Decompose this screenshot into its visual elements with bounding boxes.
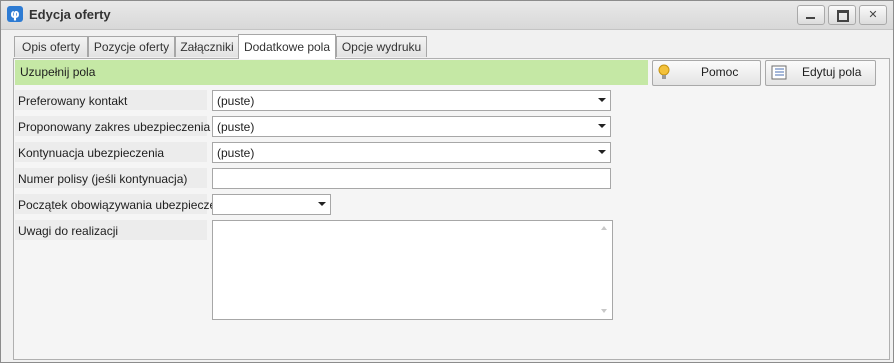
close-icon: ✕ <box>868 8 878 21</box>
notes-label: Uwagi do realizacji <box>15 220 207 240</box>
title-bar[interactable]: φ Edycja oferty ✕ <box>1 1 893 30</box>
insurance-continuation-value: (puste) <box>217 146 255 160</box>
tab-opcje-wydruku[interactable]: Opcje wydruku <box>336 36 427 57</box>
preferred-contact-label: Preferowany kontakt <box>15 90 207 110</box>
help-button-label: Pomoc <box>701 65 739 79</box>
chevron-down-icon[interactable] <box>318 202 326 206</box>
edit-fields-button[interactable]: Edytuj pola <box>765 60 876 86</box>
maximize-button[interactable] <box>828 5 856 25</box>
insurance-scope-label: Proponowany zakres ubezpieczenia <box>15 116 210 136</box>
tab-pozycje-oferty[interactable]: Pozycje oferty <box>88 36 175 57</box>
minimize-icon <box>806 17 815 19</box>
insurance-scope-value: (puste) <box>217 120 255 134</box>
policy-number-label: Numer polisy (jeśli kontynuacja) <box>15 168 207 188</box>
policy-number-input[interactable] <box>212 168 611 189</box>
banner-text: Uzupełnij pola <box>20 65 96 79</box>
scroll-up-icon[interactable] <box>601 226 607 230</box>
lightbulb-icon <box>658 64 670 79</box>
insurance-scope-select[interactable]: (puste) <box>212 116 611 137</box>
help-button[interactable]: Pomoc <box>652 60 761 86</box>
chevron-down-icon[interactable] <box>598 150 606 154</box>
edit-list-icon <box>771 65 787 80</box>
preferred-contact-value: (puste) <box>217 94 255 108</box>
tab-dodatkowe-pola[interactable]: Dodatkowe pola <box>238 34 336 59</box>
chevron-down-icon[interactable] <box>598 98 606 102</box>
minimize-button[interactable] <box>797 5 825 25</box>
maximize-icon <box>837 10 849 22</box>
fill-fields-banner: Uzupełnij pola <box>15 60 648 85</box>
insurance-continuation-label: Kontynuacja ubezpieczenia <box>15 142 207 162</box>
edit-fields-button-label: Edytuj pola <box>802 65 862 79</box>
insurance-start-label: Początek obowiązywania ubezpieczenia <box>15 194 232 214</box>
insurance-continuation-select[interactable]: (puste) <box>212 142 611 163</box>
notes-textarea[interactable] <box>212 220 613 320</box>
close-button[interactable]: ✕ <box>859 5 887 25</box>
notes-scrollbar[interactable] <box>597 221 612 319</box>
tab-opis-oferty[interactable]: Opis oferty <box>14 36 88 57</box>
preferred-contact-select[interactable]: (puste) <box>212 90 611 111</box>
chevron-down-icon[interactable] <box>598 124 606 128</box>
window-title: Edycja oferty <box>29 7 111 22</box>
app-logo-icon: φ <box>7 6 23 22</box>
scroll-down-icon[interactable] <box>601 309 607 313</box>
insurance-start-date-picker[interactable] <box>212 194 331 215</box>
tab-zalaczniki[interactable]: Załączniki <box>175 36 239 57</box>
